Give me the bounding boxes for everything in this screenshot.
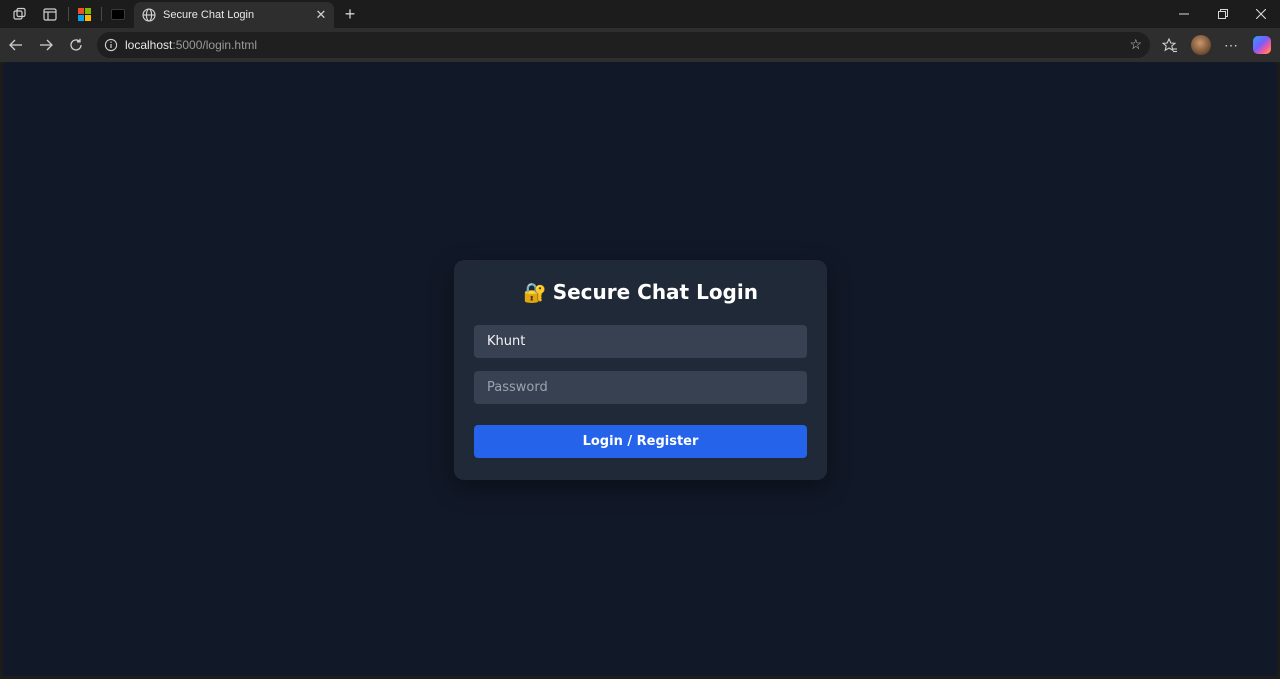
login-title-text: Secure Chat Login [552, 280, 758, 304]
browser-toolbar: localhost:5000/login.html ☆ ⋯ [0, 28, 1280, 62]
password-input[interactable] [474, 371, 807, 404]
login-register-button[interactable]: Login / Register [474, 425, 807, 458]
forward-arrow-icon[interactable] [36, 35, 56, 55]
terminal-tab-icon[interactable] [107, 4, 129, 24]
workspaces-icon[interactable] [9, 4, 31, 24]
browser-tab-bar: Secure Chat Login ✕ + [0, 0, 1280, 28]
login-card: 🔐Secure Chat Login Login / Register [454, 260, 827, 480]
copilot-icon[interactable] [1253, 36, 1271, 54]
url-host: localhost [125, 38, 173, 52]
close-tab-icon[interactable]: ✕ [312, 6, 330, 24]
close-window-icon[interactable] [1249, 4, 1273, 24]
back-arrow-icon[interactable] [6, 35, 26, 55]
tab-separator [101, 7, 102, 21]
new-tab-icon[interactable]: + [340, 4, 360, 24]
lock-key-icon: 🔐 [523, 282, 547, 304]
profile-avatar[interactable] [1191, 35, 1211, 55]
microsoft-tab-icon[interactable] [73, 4, 95, 24]
more-options-icon[interactable]: ⋯ [1221, 35, 1241, 55]
site-info-icon[interactable] [104, 38, 118, 52]
tab-actions-icon[interactable] [39, 4, 61, 24]
url-text: localhost:5000/login.html [125, 38, 257, 52]
favorite-star-icon[interactable]: ☆ [1129, 36, 1142, 53]
url-path: :5000/login.html [172, 38, 258, 52]
login-title: 🔐 Secure Chat Login [454, 280, 827, 304]
refresh-icon[interactable] [66, 35, 86, 55]
tab-title: Secure Chat Login [163, 9, 255, 21]
active-tab[interactable]: Secure Chat Login ✕ [134, 2, 334, 28]
page-viewport: 🔐Secure Chat Login Login / Register [3, 62, 1277, 676]
minimize-icon[interactable] [1172, 4, 1196, 24]
address-bar[interactable]: localhost:5000/login.html ☆ [97, 32, 1150, 58]
globe-icon [142, 8, 156, 22]
restore-icon[interactable] [1211, 4, 1235, 24]
username-input[interactable] [474, 325, 807, 358]
tab-separator [68, 7, 69, 21]
favorites-icon[interactable] [1160, 35, 1180, 55]
